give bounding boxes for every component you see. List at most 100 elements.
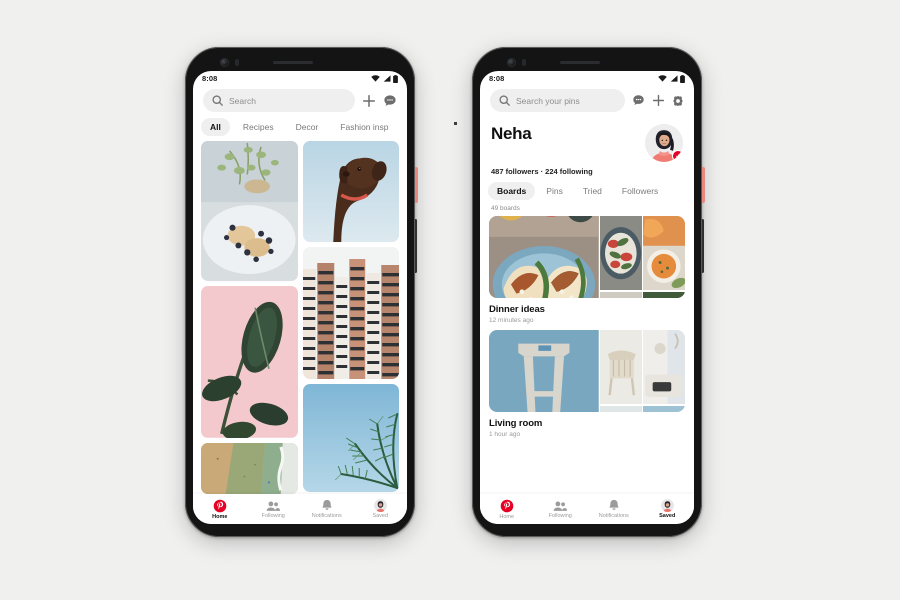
avatar-icon bbox=[660, 499, 674, 512]
pin-feed-grid[interactable] bbox=[193, 141, 407, 494]
category-tab-fashion[interactable]: Fashion insp bbox=[331, 118, 397, 136]
pin-card[interactable] bbox=[302, 247, 399, 379]
board-cover-image bbox=[641, 291, 685, 298]
board-cover-image bbox=[641, 405, 685, 412]
phone-device-home: 8:08 Search All Recipes Decor Fashion in… bbox=[185, 47, 418, 537]
battery-icon bbox=[680, 74, 685, 83]
profile-avatar[interactable]: ✓ bbox=[645, 124, 683, 162]
nav-item-saved[interactable]: Saved bbox=[641, 499, 695, 519]
board-cover-row bbox=[598, 405, 685, 412]
board-title: Living room bbox=[489, 418, 543, 429]
search-input[interactable]: Search bbox=[203, 89, 355, 112]
tab-tried[interactable]: Tried bbox=[574, 182, 611, 200]
bottom-navigation[interactable]: Home Following Notifications Saved bbox=[480, 494, 694, 524]
nav-item-saved[interactable]: Saved bbox=[354, 499, 408, 519]
front-camera-icon bbox=[507, 58, 516, 67]
power-button[interactable] bbox=[701, 167, 705, 203]
nav-item-following[interactable]: Following bbox=[247, 500, 301, 519]
profile-header: Neha ✓ bbox=[480, 118, 694, 162]
board-cover-image bbox=[489, 216, 599, 298]
board-meta: 12 minutes ago bbox=[489, 317, 534, 324]
status-bar: 8:08 bbox=[193, 71, 407, 86]
board-cover-image bbox=[489, 330, 599, 412]
nav-label: Saved bbox=[659, 513, 676, 519]
board-cover-image bbox=[641, 216, 685, 291]
plus-icon[interactable] bbox=[362, 94, 376, 108]
profile-stats: 487 followers · 224 following bbox=[491, 167, 593, 176]
nav-label: Saved bbox=[372, 513, 389, 519]
board-cover-image bbox=[598, 405, 644, 412]
nav-label: Notifications bbox=[311, 513, 342, 519]
chat-bubble-icon[interactable] bbox=[383, 94, 397, 108]
nav-item-home[interactable]: Home bbox=[193, 499, 247, 520]
nav-label: Following bbox=[548, 512, 572, 519]
board-cover-collage bbox=[489, 216, 685, 298]
board-item-dinner-ideas[interactable]: Dinner ideas 12 minutes ago bbox=[489, 216, 685, 324]
search-icon bbox=[212, 95, 223, 106]
pin-column-2 bbox=[302, 141, 399, 494]
plus-icon[interactable] bbox=[652, 94, 665, 107]
search-input[interactable]: Search your pins bbox=[490, 89, 625, 112]
power-button[interactable] bbox=[414, 167, 418, 203]
volume-button[interactable] bbox=[701, 219, 704, 273]
pinterest-logo-icon bbox=[213, 499, 227, 512]
chat-bubble-icon[interactable] bbox=[632, 94, 645, 107]
tab-followers[interactable]: Followers bbox=[613, 182, 667, 200]
category-tab-recipes[interactable]: Recipes bbox=[234, 118, 283, 136]
search-placeholder: Search your pins bbox=[516, 95, 580, 106]
nav-label: Following bbox=[261, 512, 285, 519]
nav-item-following[interactable]: Following bbox=[534, 500, 588, 519]
proximity-sensor-icon bbox=[522, 59, 526, 66]
category-tab-all[interactable]: All bbox=[201, 118, 230, 136]
board-item-living-room[interactable]: Living room 1 hour ago bbox=[489, 330, 685, 438]
board-count-label: 49 boards bbox=[491, 205, 520, 212]
pin-card[interactable] bbox=[201, 285, 298, 438]
volume-button[interactable] bbox=[414, 219, 417, 273]
proximity-sensor-icon bbox=[235, 59, 239, 66]
profile-tabs[interactable]: Boards Pins Tried Followers bbox=[480, 176, 694, 200]
category-tab-decor[interactable]: Decor bbox=[287, 118, 328, 136]
signal-icon bbox=[670, 75, 677, 82]
board-cover-row bbox=[598, 216, 685, 291]
gear-icon[interactable] bbox=[672, 95, 684, 107]
board-cover-image bbox=[598, 330, 644, 405]
nav-item-home[interactable]: Home bbox=[480, 499, 534, 520]
pin-card[interactable] bbox=[201, 141, 298, 281]
wifi-icon bbox=[658, 75, 667, 82]
avatar-icon bbox=[373, 499, 387, 512]
nav-item-notifications[interactable]: Notifications bbox=[300, 499, 354, 519]
search-placeholder: Search bbox=[229, 95, 256, 106]
board-cover-image bbox=[598, 216, 644, 291]
signal-icon bbox=[383, 75, 390, 82]
board-list[interactable]: Dinner ideas 12 minutes ago Living room … bbox=[480, 216, 694, 494]
pin-card[interactable] bbox=[302, 141, 399, 242]
people-icon bbox=[266, 501, 281, 511]
bell-icon bbox=[609, 499, 619, 510]
front-camera-icon bbox=[220, 58, 229, 67]
board-title: Dinner ideas bbox=[489, 304, 545, 315]
board-meta: 1 hour ago bbox=[489, 431, 521, 438]
nav-label: Home bbox=[212, 513, 228, 520]
board-cover-side bbox=[598, 216, 685, 298]
board-cover-row bbox=[598, 330, 685, 405]
verified-badge-icon: ✓ bbox=[672, 150, 683, 162]
search-row: Search your pins bbox=[480, 86, 694, 118]
tab-pins[interactable]: Pins bbox=[537, 182, 572, 200]
board-cover-side bbox=[598, 330, 685, 412]
battery-icon bbox=[393, 74, 398, 83]
pin-card[interactable] bbox=[201, 442, 298, 494]
image-artifact-dot bbox=[454, 122, 457, 125]
bottom-navigation[interactable]: Home Following Notifications Saved bbox=[193, 494, 407, 524]
status-time: 8:08 bbox=[489, 74, 505, 83]
nav-label: Home bbox=[499, 513, 515, 520]
pin-column-1 bbox=[201, 141, 298, 494]
nav-item-notifications[interactable]: Notifications bbox=[587, 499, 641, 519]
status-time: 8:08 bbox=[202, 74, 218, 83]
wifi-icon bbox=[371, 75, 380, 82]
bell-icon bbox=[322, 499, 332, 510]
tab-boards[interactable]: Boards bbox=[488, 182, 536, 200]
earpiece-speaker-icon bbox=[560, 61, 600, 64]
board-cover-row bbox=[598, 291, 685, 298]
pin-card[interactable] bbox=[302, 384, 399, 492]
category-tabs[interactable]: All Recipes Decor Fashion insp bbox=[193, 118, 407, 141]
